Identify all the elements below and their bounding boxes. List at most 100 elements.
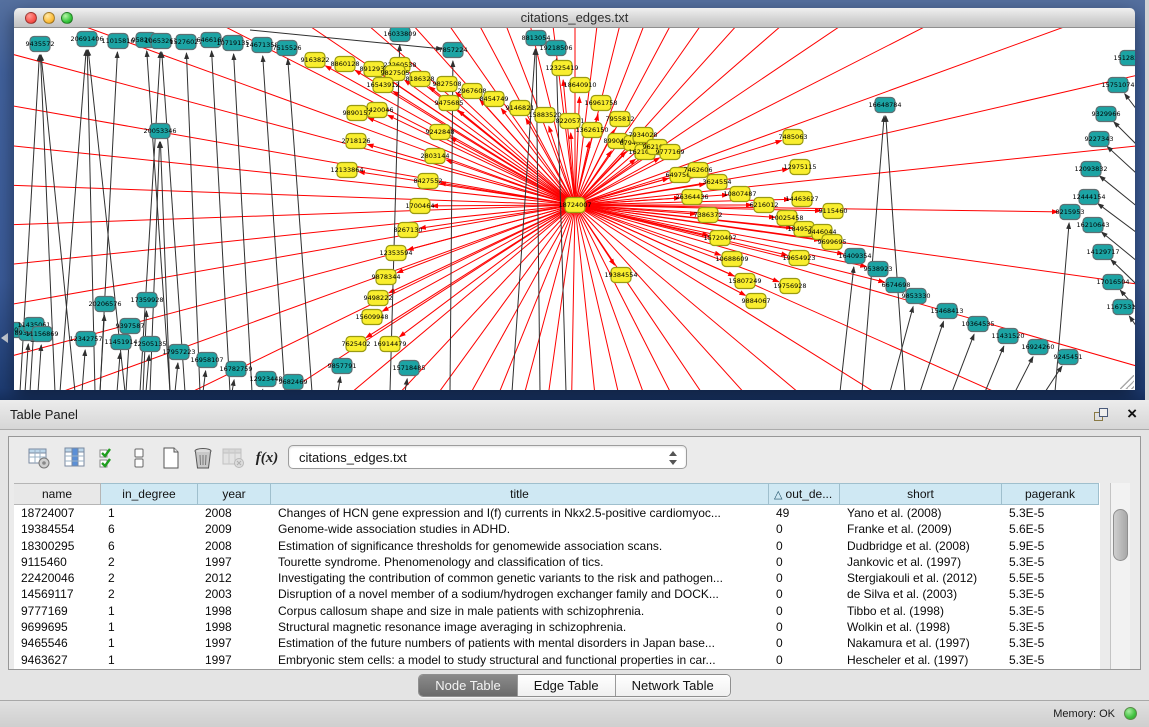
function-builder-icon[interactable]: f(x) — [253, 444, 281, 472]
table-row[interactable]: 1830029562008Estimation of significance … — [14, 538, 1100, 554]
paper-node-yellow[interactable]: 8427552 — [414, 174, 443, 189]
tab-edge-table[interactable]: Edge Table — [518, 675, 616, 696]
table-source-select[interactable]: citations_edges.txt — [288, 445, 687, 469]
row-selection-icon[interactable] — [95, 444, 123, 472]
paper-node-teal[interactable]: 11431520 — [991, 329, 1024, 344]
minimize-traffic-light[interactable] — [43, 12, 55, 24]
paper-node-yellow[interactable]: 9475685 — [435, 96, 464, 111]
table-row[interactable]: 911546021997Tourette syndrome. Phenomeno… — [14, 554, 1100, 570]
paper-node-teal[interactable]: 20053346 — [143, 124, 176, 139]
paper-node-teal[interactable]: 9329966 — [1092, 107, 1121, 122]
scrollbar-thumb[interactable] — [1113, 509, 1128, 561]
paper-node-yellow[interactable]: 8454749 — [480, 92, 509, 107]
paper-node-yellow[interactable]: 9777169 — [656, 145, 685, 160]
delete-rows-trash-icon[interactable] — [189, 444, 217, 472]
table-row[interactable]: 1938455462009Genome-wide association stu… — [14, 521, 1100, 537]
paper-node-teal[interactable]: 16782759 — [219, 362, 252, 377]
paper-node-yellow[interactable]: 16914479 — [373, 337, 406, 352]
paper-node-yellow[interactable]: 18640910 — [563, 78, 596, 93]
paper-node-teal[interactable]: 17016504 — [1096, 275, 1129, 290]
window-titlebar[interactable]: citations_edges.txt — [14, 8, 1135, 28]
paper-node-yellow[interactable]: 12975115 — [783, 160, 816, 175]
table-settings-icon[interactable] — [25, 444, 53, 472]
paper-node-teal[interactable]: 9435572 — [26, 37, 55, 52]
paper-node-yellow[interactable]: 9115460 — [819, 204, 848, 219]
paper-node-yellow[interactable]: 12325419 — [545, 61, 578, 76]
paper-node-yellow[interactable]: 19384554 — [604, 268, 637, 283]
paper-node-teal[interactable]: 17359928 — [130, 293, 163, 308]
paper-node-yellow[interactable]: 9163822 — [301, 53, 330, 68]
new-file-icon[interactable] — [157, 444, 185, 472]
float-panel-icon[interactable] — [1094, 408, 1109, 423]
paper-node-yellow[interactable]: 9890157 — [343, 106, 372, 121]
paper-node-yellow[interactable]: 14463627 — [785, 192, 818, 207]
paper-node-yellow[interactable]: 9242848 — [426, 125, 455, 140]
table-row[interactable]: 1456911722003Disruption of a novel membe… — [14, 586, 1100, 602]
paper-node-teal[interactable]: 16033809 — [383, 28, 416, 42]
close-traffic-light[interactable] — [25, 12, 37, 24]
paper-node-teal[interactable]: 8215953 — [1056, 205, 1085, 220]
column-header-pagerank[interactable]: pagerank — [1002, 483, 1099, 505]
paper-node-teal[interactable]: 15751074 — [1101, 78, 1134, 93]
table-row[interactable]: 946362711997Embryonic stem cells: a mode… — [14, 652, 1100, 668]
paper-node-yellow[interactable]: 12353594 — [379, 246, 412, 261]
column-header-short[interactable]: short — [840, 483, 1002, 505]
paper-node-yellow[interactable]: 1700464 — [406, 199, 435, 214]
paper-node-teal[interactable]: 16648784 — [868, 98, 901, 113]
paper-node-teal[interactable]: 9397587 — [116, 319, 145, 334]
paper-node-teal[interactable]: 9853330 — [902, 289, 931, 304]
paper-node-yellow[interactable]: 2718126 — [342, 134, 371, 149]
paper-node-yellow[interactable]: 12133864 — [330, 163, 363, 178]
zoom-traffic-light[interactable] — [61, 12, 73, 24]
window-resize-grip[interactable] — [1120, 375, 1134, 389]
paper-node-teal[interactable]: 11015816 — [101, 34, 134, 49]
vertical-scrollbar[interactable] — [1110, 483, 1130, 669]
paper-node-teal[interactable]: 15468413 — [930, 304, 963, 319]
paper-node-yellow[interactable]: 7625402 — [342, 337, 371, 352]
paper-node-teal[interactable]: 12342757 — [69, 332, 102, 347]
paper-node-teal[interactable]: 9538923 — [864, 262, 893, 277]
paper-node-yellow[interactable]: 9884067 — [742, 294, 771, 309]
paper-node-teal[interactable]: 9682469 — [279, 375, 308, 390]
table-row[interactable]: 969969511998Structural magnetic resonanc… — [14, 619, 1100, 635]
paper-node-yellow[interactable]: 8186328 — [406, 72, 435, 87]
paper-node-yellow[interactable]: 6216012 — [750, 198, 779, 213]
paper-node-yellow[interactable]: 8267130 — [394, 223, 423, 238]
paper-node-yellow[interactable]: 7386372 — [694, 208, 723, 223]
paper-node-teal[interactable]: 7515526 — [273, 41, 302, 56]
paper-node-yellow[interactable]: 19756928 — [773, 279, 806, 294]
paper-node-teal[interactable]: 16924260 — [1021, 340, 1054, 355]
panel-collapse-arrow-icon[interactable] — [1, 333, 8, 343]
network-canvas[interactable]: 1872400791638228860128891293522260538982… — [14, 28, 1135, 390]
tab-node-table[interactable]: Node Table — [419, 675, 518, 696]
paper-node-teal[interactable]: 12093832 — [1074, 162, 1107, 177]
table-row[interactable]: 1872400712008Changes of HCN gene express… — [14, 505, 1100, 521]
paper-node-teal[interactable]: 7857224 — [439, 43, 468, 58]
paper-node-teal[interactable]: 12444154 — [1072, 190, 1105, 205]
paper-node-teal[interactable]: 11675314 — [1106, 300, 1135, 315]
paper-node-teal[interactable]: 9227343 — [1085, 132, 1114, 147]
paper-node-yellow[interactable]: 8860128 — [331, 57, 360, 72]
table-row[interactable]: 2242004622012Investigating the contribut… — [14, 570, 1100, 586]
paper-node-yellow[interactable]: 2803144 — [421, 149, 450, 164]
paper-node-teal[interactable]: 15718485 — [392, 361, 425, 376]
paper-node-teal[interactable]: 10364535 — [961, 317, 994, 332]
table-row[interactable]: 946554611997Estimation of the future num… — [14, 635, 1100, 651]
paper-node-teal[interactable]: 14129717 — [1086, 245, 1119, 260]
column-header-out_de[interactable]: △ out_de... — [769, 483, 840, 505]
paper-node-yellow[interactable]: 3624554 — [703, 175, 732, 190]
rows-icon[interactable] — [125, 444, 153, 472]
paper-node-yellow[interactable]: 7955812 — [606, 112, 635, 127]
tab-network-table[interactable]: Network Table — [616, 675, 730, 696]
column-header-title[interactable]: title — [271, 483, 769, 505]
paper-node-yellow[interactable]: 9699695 — [818, 235, 847, 250]
column-visibility-icon[interactable] — [61, 444, 89, 472]
column-header-name[interactable]: name — [14, 483, 101, 505]
close-panel-icon[interactable]: × — [1127, 404, 1137, 424]
paper-node-yellow[interactable]: 9498222 — [364, 291, 393, 306]
column-header-in_degree[interactable]: in_degree — [101, 483, 198, 505]
column-header-year[interactable]: year — [198, 483, 271, 505]
paper-node-teal[interactable]: 9245451 — [1054, 350, 1083, 365]
paper-node-teal[interactable]: 15128352 — [1113, 51, 1135, 66]
paper-node-teal[interactable]: 16210643 — [1076, 218, 1109, 233]
